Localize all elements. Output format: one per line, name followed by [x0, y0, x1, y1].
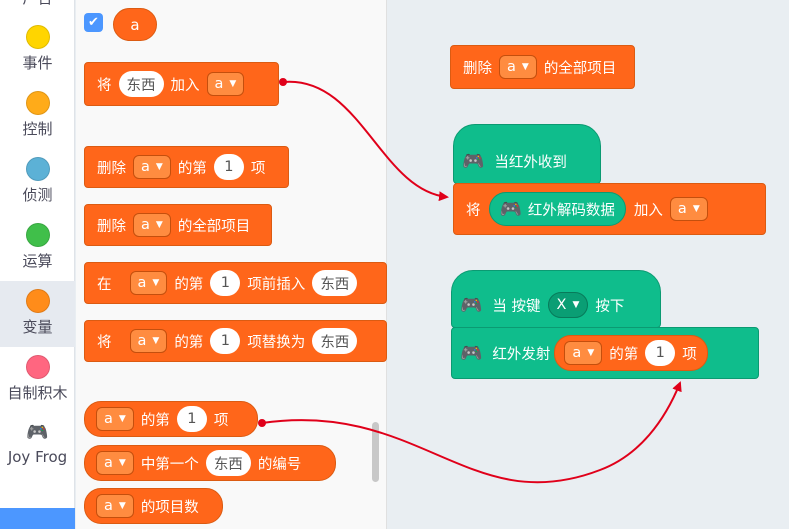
- arrow-item-to-ir-send: [258, 381, 682, 484]
- arrow-add-to-ir: [279, 78, 449, 202]
- annotation-arrows: [258, 78, 682, 484]
